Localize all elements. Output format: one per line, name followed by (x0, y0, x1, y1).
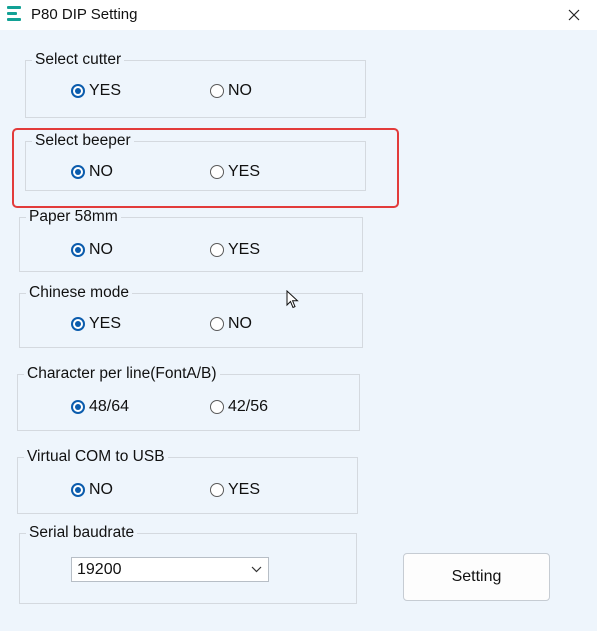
radio-indicator (71, 400, 85, 414)
radio-indicator (210, 84, 224, 98)
radio-label: YES (89, 315, 122, 332)
select-cutter-yes-radio[interactable]: YES (71, 82, 121, 100)
virtual-com-no-radio[interactable]: NO (71, 481, 113, 499)
select-cutter-no-radio[interactable]: NO (210, 82, 252, 100)
window-title: P80 DIP Setting (31, 6, 138, 23)
radio-label: NO (228, 315, 252, 332)
radio-label: NO (228, 82, 252, 99)
char-per-line-group: Character per line(FontA/B) (17, 365, 360, 431)
paper-58mm-no-radio[interactable]: NO (71, 241, 113, 259)
radio-label: 42/56 (228, 398, 269, 415)
chinese-mode-no-radio[interactable]: NO (210, 315, 252, 333)
group-label: Chinese mode (26, 284, 132, 302)
radio-indicator (210, 483, 224, 497)
title-bar: P80 DIP Setting (0, 0, 597, 30)
baudrate-value: 19200 (77, 561, 122, 578)
radio-indicator (71, 84, 85, 98)
radio-indicator (210, 317, 224, 331)
radio-indicator (71, 243, 85, 257)
char-per-line-42-56-radio[interactable]: 42/56 (210, 398, 268, 416)
virtual-com-yes-radio[interactable]: YES (210, 481, 260, 499)
group-label: Character per line(FontA/B) (24, 365, 220, 383)
radio-label: YES (228, 481, 261, 498)
radio-label: YES (89, 82, 122, 99)
radio-label: YES (228, 241, 261, 258)
close-button[interactable] (551, 0, 597, 30)
highlight-box (12, 128, 399, 208)
radio-indicator (71, 483, 85, 497)
group-label: Select cutter (32, 51, 125, 69)
close-icon (568, 9, 580, 21)
chevron-down-icon (251, 566, 262, 573)
char-per-line-48-64-radio[interactable]: 48/64 (71, 398, 129, 416)
radio-label: 48/64 (89, 398, 130, 415)
radio-label: NO (89, 241, 113, 258)
mouse-cursor-icon (286, 290, 299, 309)
radio-indicator (71, 317, 85, 331)
setting-button[interactable]: Setting (403, 553, 550, 601)
radio-indicator (210, 243, 224, 257)
radio-indicator (210, 400, 224, 414)
app-icon (7, 6, 21, 21)
setting-button-label: Setting (451, 568, 502, 585)
virtual-com-group: Virtual COM to USB (17, 448, 358, 514)
group-label: Virtual COM to USB (24, 448, 168, 466)
group-label: Serial baudrate (26, 524, 138, 542)
paper-58mm-yes-radio[interactable]: YES (210, 241, 260, 259)
chinese-mode-yes-radio[interactable]: YES (71, 315, 121, 333)
radio-label: NO (89, 481, 113, 498)
baudrate-select[interactable]: 19200 (71, 557, 269, 582)
group-label: Paper 58mm (26, 208, 121, 226)
